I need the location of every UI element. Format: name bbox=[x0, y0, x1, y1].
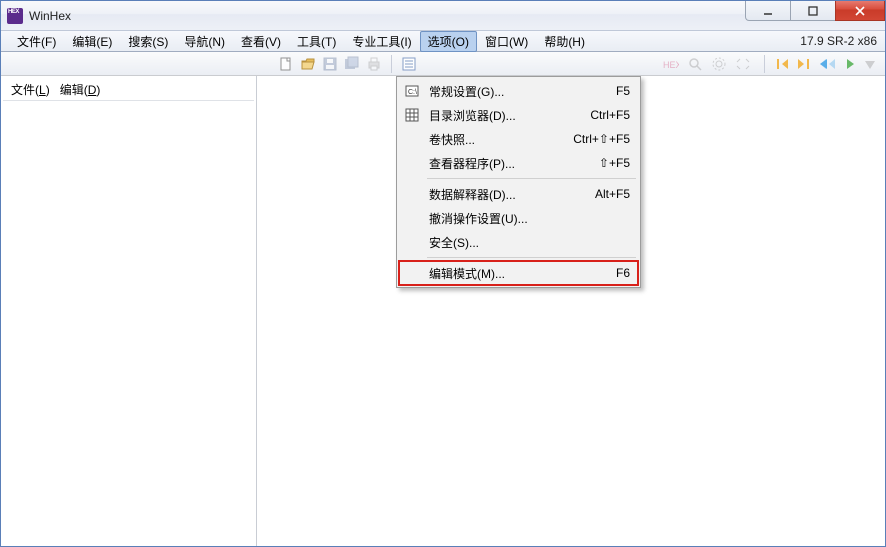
toolbar-separator bbox=[764, 55, 765, 73]
save-icon[interactable] bbox=[321, 55, 339, 73]
menu-file[interactable]: 文件(F) bbox=[9, 31, 64, 52]
expand-icon[interactable] bbox=[734, 55, 752, 73]
settings-icon[interactable] bbox=[710, 55, 728, 73]
window-title: WinHex bbox=[29, 9, 71, 23]
nav-forward-icon[interactable] bbox=[839, 55, 857, 73]
new-file-icon[interactable] bbox=[277, 55, 295, 73]
options-dropdown: C:\ 常规设置(G)... F5 目录浏览器(D)... Ctrl+F5 卷快… bbox=[396, 76, 641, 288]
save-all-icon[interactable] bbox=[343, 55, 361, 73]
dd-viewer-programs[interactable]: 查看器程序(P)... ⇧+F5 bbox=[399, 151, 638, 175]
menu-help[interactable]: 帮助(H) bbox=[536, 31, 593, 52]
toolbar: HEX bbox=[1, 52, 885, 76]
minimize-button[interactable] bbox=[745, 1, 791, 21]
dropdown-separator bbox=[427, 257, 636, 258]
dd-undo-settings[interactable]: 撤消操作设置(U)... bbox=[399, 206, 638, 230]
close-button[interactable] bbox=[835, 1, 885, 21]
side-panel: 文件(L) 编辑(D) bbox=[1, 76, 257, 546]
terminal-icon: C:\ bbox=[404, 83, 420, 99]
hex-icon[interactable]: HEX bbox=[662, 55, 680, 73]
dd-data-interpreter[interactable]: 数据解释器(D)... Alt+F5 bbox=[399, 182, 638, 206]
menu-tools[interactable]: 工具(T) bbox=[289, 31, 344, 52]
dd-security[interactable]: 安全(S)... bbox=[399, 230, 638, 254]
open-folder-icon[interactable] bbox=[299, 55, 317, 73]
dropdown-separator bbox=[427, 178, 636, 179]
version-label: 17.9 SR-2 x86 bbox=[800, 34, 881, 48]
nav-last-icon[interactable] bbox=[795, 55, 813, 73]
svg-text:HEX: HEX bbox=[663, 60, 679, 70]
side-tab-edit[interactable]: 编辑(D) bbox=[60, 81, 101, 98]
side-panel-body bbox=[3, 100, 254, 544]
main-panel: C:\ 常规设置(G)... F5 目录浏览器(D)... Ctrl+F5 卷快… bbox=[257, 76, 885, 546]
title-bar: WinHex bbox=[1, 1, 885, 31]
properties-icon[interactable] bbox=[400, 55, 418, 73]
nav-down-icon[interactable] bbox=[861, 55, 879, 73]
menu-view[interactable]: 查看(V) bbox=[233, 31, 289, 52]
app-icon bbox=[7, 8, 23, 24]
window-controls bbox=[746, 1, 885, 30]
print-icon[interactable] bbox=[365, 55, 383, 73]
find-icon[interactable] bbox=[686, 55, 704, 73]
menu-options[interactable]: 选项(O) bbox=[420, 31, 477, 52]
dd-dir-browser[interactable]: 目录浏览器(D)... Ctrl+F5 bbox=[399, 103, 638, 127]
menu-nav[interactable]: 导航(N) bbox=[176, 31, 233, 52]
menu-window[interactable]: 窗口(W) bbox=[477, 31, 536, 52]
side-tabs: 文件(L) 编辑(D) bbox=[1, 76, 256, 98]
workspace: 文件(L) 编辑(D) C:\ 常规设置(G)... F5 目录浏览器(D)..… bbox=[1, 76, 885, 546]
toolbar-separator bbox=[391, 55, 392, 73]
maximize-button[interactable] bbox=[790, 1, 836, 21]
menu-bar: 文件(F) 编辑(E) 搜索(S) 导航(N) 查看(V) 工具(T) 专业工具… bbox=[1, 31, 885, 52]
svg-text:C:\: C:\ bbox=[408, 89, 417, 96]
dd-edit-mode[interactable]: 编辑模式(M)... F6 bbox=[399, 261, 638, 285]
grid-icon bbox=[404, 107, 420, 123]
menu-pro[interactable]: 专业工具(I) bbox=[344, 31, 419, 52]
dd-general-settings[interactable]: C:\ 常规设置(G)... F5 bbox=[399, 79, 638, 103]
dd-volume-snapshot[interactable]: 卷快照... Ctrl+⇧+F5 bbox=[399, 127, 638, 151]
side-tab-file[interactable]: 文件(L) bbox=[11, 81, 50, 98]
nav-back-icon[interactable] bbox=[817, 55, 835, 73]
menu-edit[interactable]: 编辑(E) bbox=[64, 31, 120, 52]
menu-search[interactable]: 搜索(S) bbox=[120, 31, 176, 52]
nav-first-icon[interactable] bbox=[773, 55, 791, 73]
